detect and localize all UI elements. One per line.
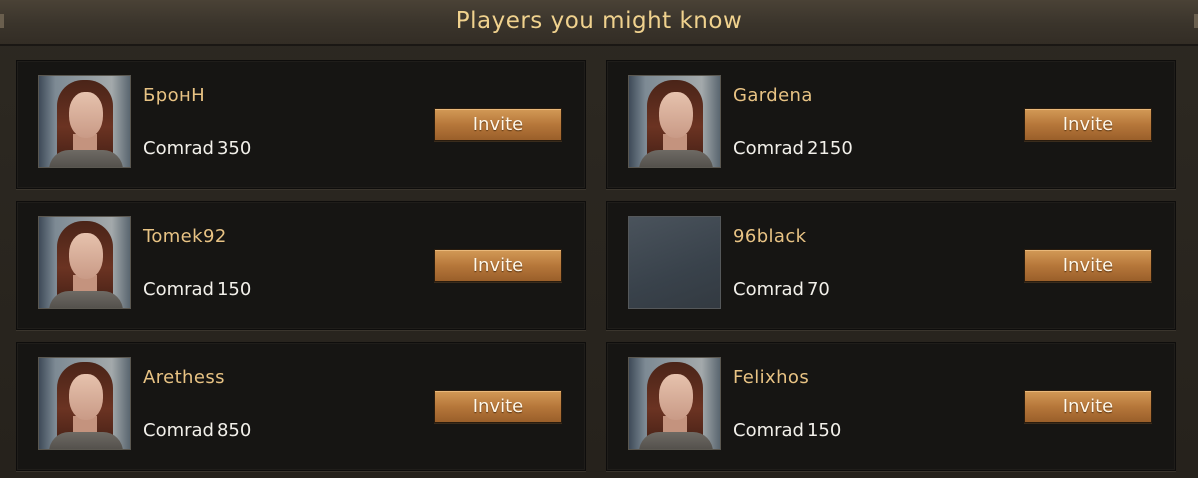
player-avatar bbox=[38, 75, 131, 168]
player-level: Comrad 150 bbox=[733, 420, 841, 441]
player-avatar bbox=[628, 216, 721, 309]
level-label: Comrad bbox=[143, 279, 214, 300]
invite-button[interactable]: Invite bbox=[1024, 390, 1152, 423]
player-level: Comrad 150 bbox=[143, 279, 251, 300]
player-level: Comrad 2150 bbox=[733, 138, 853, 159]
player-avatar bbox=[38, 357, 131, 450]
invite-button[interactable]: Invite bbox=[434, 108, 562, 141]
player-avatar bbox=[38, 216, 131, 309]
level-value: 150 bbox=[216, 279, 252, 300]
player-level: Comrad 850 bbox=[143, 420, 251, 441]
panel-title: Players you might know bbox=[455, 8, 743, 34]
player-card: Gardena Comrad 2150 Invite bbox=[606, 60, 1176, 189]
invite-button[interactable]: Invite bbox=[434, 390, 562, 423]
player-name: Tomek92 bbox=[143, 226, 227, 247]
level-value: 150 bbox=[806, 420, 842, 441]
level-value: 70 bbox=[806, 279, 830, 300]
player-avatar bbox=[628, 75, 721, 168]
player-name: 96black bbox=[733, 226, 807, 247]
level-value: 350 bbox=[216, 138, 252, 159]
level-value: 850 bbox=[216, 420, 252, 441]
player-name: Arethess bbox=[143, 367, 225, 388]
player-avatar bbox=[628, 357, 721, 450]
player-level: Comrad 350 bbox=[143, 138, 251, 159]
player-grid: БронН Comrad 350 Invite Gardena Comrad 215… bbox=[16, 60, 1176, 471]
panel-header: Players you might know bbox=[0, 0, 1198, 46]
level-label: Comrad bbox=[733, 279, 804, 300]
player-name: Felixhos bbox=[733, 367, 810, 388]
player-name: Gardena bbox=[733, 85, 813, 106]
invite-button[interactable]: Invite bbox=[1024, 249, 1152, 282]
player-card: 96black Comrad 70 Invite bbox=[606, 201, 1176, 330]
level-label: Comrad bbox=[733, 138, 804, 159]
player-card: Felixhos Comrad 150 Invite bbox=[606, 342, 1176, 471]
player-card: Arethess Comrad 850 Invite bbox=[16, 342, 586, 471]
player-card: Tomek92 Comrad 150 Invite bbox=[16, 201, 586, 330]
level-value: 2150 bbox=[806, 138, 853, 159]
level-label: Comrad bbox=[143, 420, 214, 441]
level-label: Comrad bbox=[143, 138, 214, 159]
players-panel: Players you might know БронН Comrad 350 I… bbox=[0, 0, 1198, 478]
player-card: БронН Comrad 350 Invite bbox=[16, 60, 586, 189]
invite-button[interactable]: Invite bbox=[1024, 108, 1152, 141]
invite-button[interactable]: Invite bbox=[434, 249, 562, 282]
player-level: Comrad 70 bbox=[733, 279, 830, 300]
player-name: БронН bbox=[143, 85, 206, 106]
level-label: Comrad bbox=[733, 420, 804, 441]
